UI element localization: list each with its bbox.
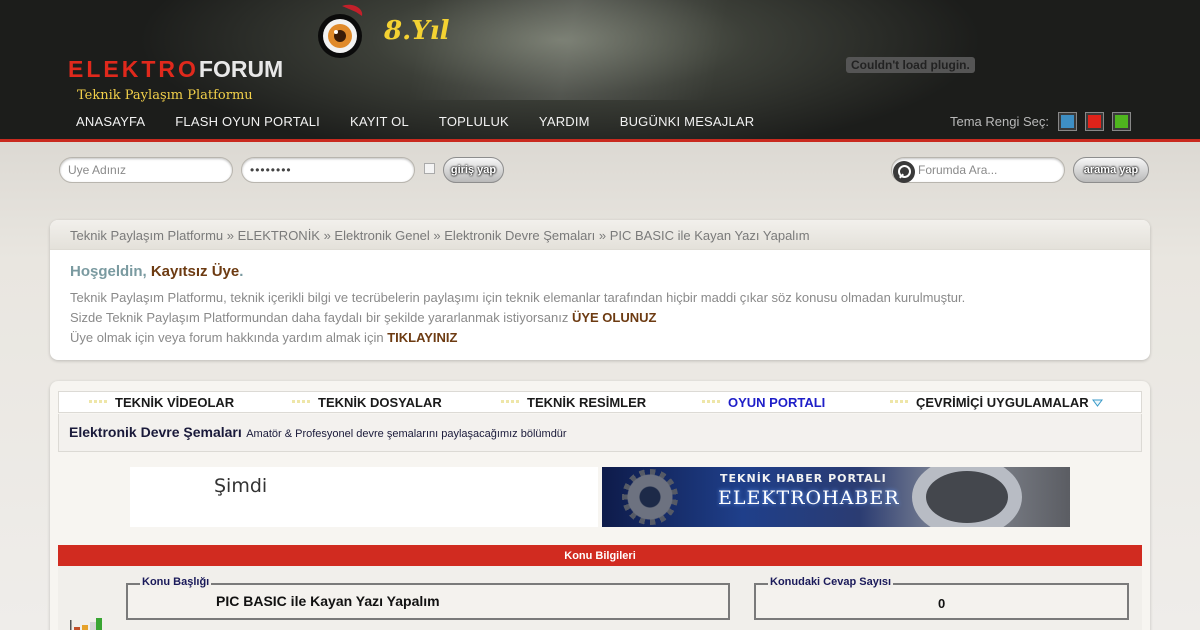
quick-nav-dots xyxy=(292,400,312,403)
site-tagline: Teknik Paylaşım Platformu xyxy=(77,88,253,103)
theme-blue-swatch[interactable] xyxy=(1059,113,1076,130)
welcome-dot: . xyxy=(239,263,244,280)
login-bar: Uye Adınız •••••••• giriş yap Forumda Ar… xyxy=(0,145,1200,195)
quick-nav-files[interactable]: TEKNİK DOSYALAR xyxy=(318,395,442,410)
welcome-guest: Kayıtsız Üye xyxy=(150,263,240,280)
elektrohaber-banner[interactable]: TEKNİK HABER PORTALI ELEKTROHABER xyxy=(602,467,1070,527)
nav-register[interactable]: KAYIT OL xyxy=(350,114,409,129)
quick-nav-dots xyxy=(702,400,722,403)
forum-name[interactable]: Elektronik Devre Şemaları xyxy=(69,424,242,440)
quick-nav-online-apps-label: ÇEVRİMİÇİ UYGULAMALAR xyxy=(916,395,1089,410)
quick-nav-videos[interactable]: TEKNİK VİDEOLAR xyxy=(115,395,234,410)
username-placeholder: Uye Adınız xyxy=(68,163,127,177)
topic-info-bar: Konu Bilgileri xyxy=(58,545,1142,566)
welcome-line-2: Sizde Teknik Paylaşım Platformundan daha… xyxy=(70,308,1130,328)
welcome-greeting: Hoşgeldin, xyxy=(70,263,147,280)
logo-elektro: ELEKTRO xyxy=(68,56,199,82)
breadcrumb[interactable]: Teknik Paylaşım Platformu » ELEKTRONİK »… xyxy=(50,220,1150,250)
year-badge: 8.Yıl xyxy=(384,16,450,46)
forum-description: Amatör & Profesyonel devre şemalarını pa… xyxy=(246,428,567,440)
topic-title-value: PIC BASIC ile Kayan Yazı Yapalım xyxy=(216,593,440,609)
rating-bars-icon xyxy=(70,618,102,630)
gear-icon xyxy=(622,469,678,525)
nav-todays-posts[interactable]: BUGÜNKI MESAJLAR xyxy=(620,114,755,129)
plugin-error-message: Couldn't load plugin. xyxy=(846,57,975,73)
bearing-icon xyxy=(912,467,1022,527)
site-header: ELEKTROFORUM Teknik Paylaşım Platformu 8… xyxy=(0,0,1200,142)
nav-flash-games[interactable]: FLASH OYUN PORTALI xyxy=(175,114,320,129)
ad-banner-left[interactable]: Şimdi xyxy=(130,467,598,527)
nav-home[interactable]: ANASAYFA xyxy=(76,114,145,129)
quick-nav-images[interactable]: TEKNİK RESİMLER xyxy=(527,395,646,410)
welcome-line-1: Teknik Paylaşım Platformu, teknik içerik… xyxy=(70,290,966,305)
main-nav: ANASAYFA FLASH OYUN PORTALI KAYIT OL TOP… xyxy=(76,114,754,129)
theme-selector: Tema Rengi Seç: xyxy=(950,113,1130,130)
theme-green-swatch[interactable] xyxy=(1113,113,1130,130)
register-link[interactable]: ÜYE OLUNUZ xyxy=(572,310,657,325)
password-input[interactable]: •••••••• xyxy=(241,157,415,183)
nav-community[interactable]: TOPLULUK xyxy=(439,114,509,129)
remember-me-checkbox[interactable] xyxy=(424,163,435,174)
reply-count-value: 0 xyxy=(938,596,946,611)
quick-nav-dots xyxy=(501,400,521,403)
welcome-line-3: Üye olmak için veya forum hakkında yardı… xyxy=(70,328,1130,348)
site-logo[interactable]: ELEKTROFORUM xyxy=(68,56,283,83)
nav-help[interactable]: YARDIM xyxy=(539,114,590,129)
header-glow xyxy=(380,0,800,100)
help-link[interactable]: TIKLAYINIZ xyxy=(387,330,457,345)
banner-title: ELEKTROHABER xyxy=(718,487,900,509)
search-icon[interactable] xyxy=(893,161,915,183)
banner-subtitle: TEKNİK HABER PORTALI xyxy=(720,472,887,485)
login-button[interactable]: giriş yap xyxy=(443,157,504,183)
logo-forum: FORUM xyxy=(198,56,284,82)
dropdown-arrow-icon xyxy=(1092,399,1104,407)
quick-nav-online-apps[interactable]: ÇEVRİMİÇİ UYGULAMALAR xyxy=(916,395,1104,410)
quick-nav-dots xyxy=(890,400,910,403)
welcome-title: Hoşgeldin, Kayıtsız Üye. xyxy=(70,263,1130,280)
theme-red-swatch[interactable] xyxy=(1086,113,1103,130)
topic-info-area: Konu Başlığı PIC BASIC ile Kayan Yazı Ya… xyxy=(58,566,1142,630)
welcome-box: Teknik Paylaşım Platformu » ELEKTRONİK »… xyxy=(50,220,1150,360)
forum-header: Elektronik Devre Şemaları Amatör & Profe… xyxy=(58,414,1142,452)
search-button[interactable]: arama yap xyxy=(1073,157,1149,183)
username-input[interactable]: Uye Adınız xyxy=(59,157,233,183)
reply-count-fieldset: Konudaki Cevap Sayısı 0 xyxy=(754,576,1129,620)
ad-banner-left-text: Şimdi xyxy=(214,475,268,497)
welcome-line-3-text: Üye olmak için veya forum hakkında yardı… xyxy=(70,330,384,345)
search-placeholder: Forumda Ara... xyxy=(918,163,998,177)
welcome-line-2-text: Sizde Teknik Paylaşım Platformundan daha… xyxy=(70,310,569,325)
theme-label: Tema Rengi Seç: xyxy=(950,114,1049,129)
eye-logo-icon xyxy=(318,4,363,58)
welcome-body: Hoşgeldin, Kayıtsız Üye. Teknik Paylaşım… xyxy=(50,250,1150,360)
quick-nav-game-portal[interactable]: OYUN PORTALI xyxy=(728,395,825,410)
search-input[interactable]: Forumda Ara... xyxy=(891,157,1065,183)
reply-count-legend: Konudaki Cevap Sayısı xyxy=(768,576,894,588)
quick-nav: TEKNİK VİDEOLAR TEKNİK DOSYALAR TEKNİK R… xyxy=(58,391,1142,413)
password-value: •••••••• xyxy=(250,163,292,177)
quick-nav-dots xyxy=(89,400,109,403)
topic-title-fieldset: Konu Başlığı PIC BASIC ile Kayan Yazı Ya… xyxy=(126,576,730,620)
topic-title-legend: Konu Başlığı xyxy=(140,576,212,588)
